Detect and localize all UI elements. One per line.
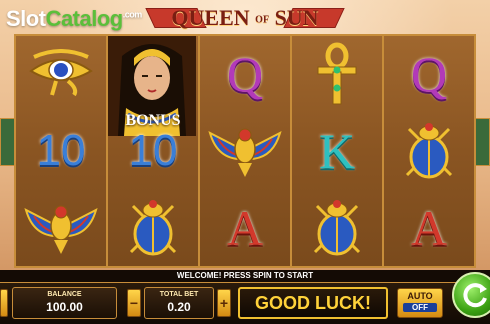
- win-message: GOOD LUCK!: [238, 287, 388, 319]
- watermark-logo: SlotCatalog.com: [6, 6, 142, 31]
- scarab-icon: [108, 189, 198, 266]
- reel-4: K: [292, 36, 384, 266]
- symbol-k: K: [318, 123, 356, 179]
- paylines-indicator-right: [474, 118, 490, 166]
- symbol-q: Q: [410, 46, 448, 103]
- symbol-a: A: [410, 199, 448, 256]
- balance-value: 100.00: [46, 300, 83, 314]
- symbol-ten: 10: [36, 126, 86, 175]
- menu-button[interactable]: [0, 289, 8, 317]
- autoplay-label: AUTO: [407, 291, 433, 301]
- scarab-icon: [292, 189, 382, 266]
- symbol-ten: 10: [128, 126, 178, 175]
- bet-decrease-button[interactable]: −: [127, 289, 141, 317]
- spin-button[interactable]: [452, 272, 490, 318]
- queen-top-spacer: [108, 36, 198, 113]
- game-title: QUEEN OF SUN: [171, 5, 319, 30]
- reel-grid: 10 BONUS 10 Q A K Q A: [14, 34, 476, 268]
- symbol-q: Q: [226, 46, 264, 103]
- reel-3: Q A: [200, 36, 292, 266]
- eye-of-horus-icon: [16, 36, 106, 113]
- balance-display: BALANCE 100.00: [12, 287, 117, 319]
- scarab-icon: [384, 113, 474, 190]
- reel-2: BONUS 10: [108, 36, 200, 266]
- total-bet-display: TOTAL BET 0.20: [144, 287, 214, 319]
- winged-scarab-icon: [200, 113, 290, 190]
- autoplay-state: OFF: [403, 303, 437, 312]
- control-panel: BALANCE 100.00 − TOTAL BET 0.20 + GOOD L…: [0, 282, 490, 324]
- total-bet-value: 0.20: [167, 300, 191, 314]
- autoplay-button[interactable]: AUTO OFF: [397, 288, 443, 318]
- spin-arrows-icon: [463, 283, 487, 308]
- reel-5: Q A: [384, 36, 474, 266]
- winged-scarab-icon: [16, 189, 106, 266]
- total-bet-label: TOTAL BET: [159, 291, 199, 298]
- reel-1: 10: [16, 36, 108, 266]
- status-message: WELCOME! PRESS SPIN TO START: [0, 270, 490, 282]
- bet-increase-button[interactable]: +: [217, 289, 231, 317]
- game-logo: QUEEN OF SUN: [145, 2, 345, 34]
- ankh-icon: [292, 36, 382, 113]
- balance-label: BALANCE: [47, 291, 82, 298]
- symbol-a: A: [226, 199, 264, 256]
